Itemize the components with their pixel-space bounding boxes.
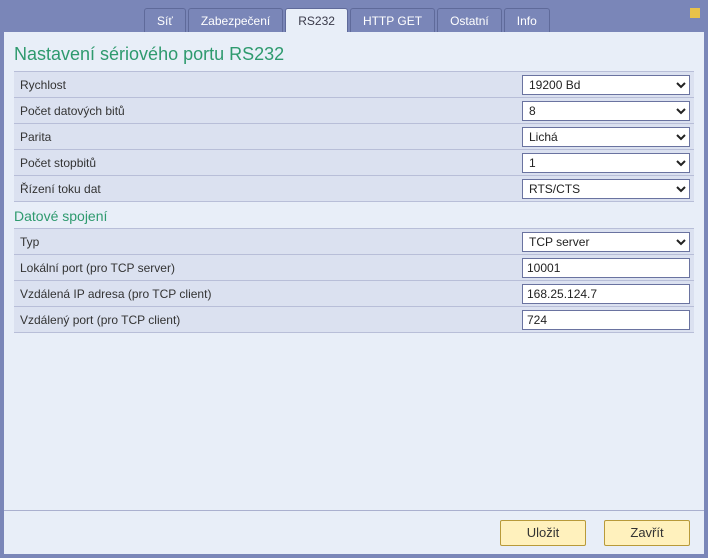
select-stopbits[interactable]: 1 (522, 153, 690, 173)
corner-indicator-icon (690, 8, 700, 18)
label-typ: Typ (14, 235, 522, 249)
rs232-settings-group: Rychlost 19200 Bd Počet datových bitů 8 … (14, 71, 694, 202)
input-remote-port[interactable] (522, 310, 690, 330)
select-parita[interactable]: Lichá (522, 127, 690, 147)
select-rychlost[interactable]: 19200 Bd (522, 75, 690, 95)
label-parita: Parita (14, 130, 522, 144)
row-rychlost: Rychlost 19200 Bd (14, 71, 694, 97)
row-parita: Parita Lichá (14, 123, 694, 149)
label-stopbits: Počet stopbitů (14, 156, 522, 170)
row-flow: Řízení toku dat RTS/CTS (14, 175, 694, 201)
row-bits: Počet datových bitů 8 (14, 97, 694, 123)
save-button[interactable]: Uložit (500, 520, 586, 546)
label-local-port: Lokální port (pro TCP server) (14, 261, 522, 275)
connection-settings-group: Typ TCP server Lokální port (pro TCP ser… (14, 228, 694, 333)
footer-bar: Uložit Zavřít (4, 510, 704, 554)
input-local-port[interactable] (522, 258, 690, 278)
row-remote-ip: Vzdálená IP adresa (pro TCP client) (14, 280, 694, 306)
tab-httpget[interactable]: HTTP GET (350, 8, 435, 32)
tab-bar: Síť Zabezpečení RS232 HTTP GET Ostatní I… (4, 4, 704, 32)
close-button[interactable]: Zavřít (604, 520, 690, 546)
label-rychlost: Rychlost (14, 78, 522, 92)
select-typ[interactable]: TCP server (522, 232, 690, 252)
row-typ: Typ TCP server (14, 228, 694, 254)
row-remote-port: Vzdálený port (pro TCP client) (14, 306, 694, 332)
tab-ostatni[interactable]: Ostatní (437, 8, 502, 32)
select-flow[interactable]: RTS/CTS (522, 179, 690, 199)
page-title: Nastavení sériového portu RS232 (14, 44, 694, 65)
tab-info[interactable]: Info (504, 8, 550, 32)
label-bits: Počet datových bitů (14, 104, 522, 118)
content-area: Nastavení sériového portu RS232 Rychlost… (4, 32, 704, 510)
label-flow: Řízení toku dat (14, 182, 522, 196)
tab-zabezpeceni[interactable]: Zabezpečení (188, 8, 283, 32)
tab-rs232[interactable]: RS232 (285, 8, 348, 32)
label-remote-port: Vzdálený port (pro TCP client) (14, 313, 522, 327)
select-bits[interactable]: 8 (522, 101, 690, 121)
input-remote-ip[interactable] (522, 284, 690, 304)
row-local-port: Lokální port (pro TCP server) (14, 254, 694, 280)
settings-window: Síť Zabezpečení RS232 HTTP GET Ostatní I… (0, 0, 708, 558)
label-remote-ip: Vzdálená IP adresa (pro TCP client) (14, 287, 522, 301)
row-stopbits: Počet stopbitů 1 (14, 149, 694, 175)
subsection-title-connection: Datové spojení (14, 208, 694, 224)
tab-sit[interactable]: Síť (144, 8, 186, 32)
